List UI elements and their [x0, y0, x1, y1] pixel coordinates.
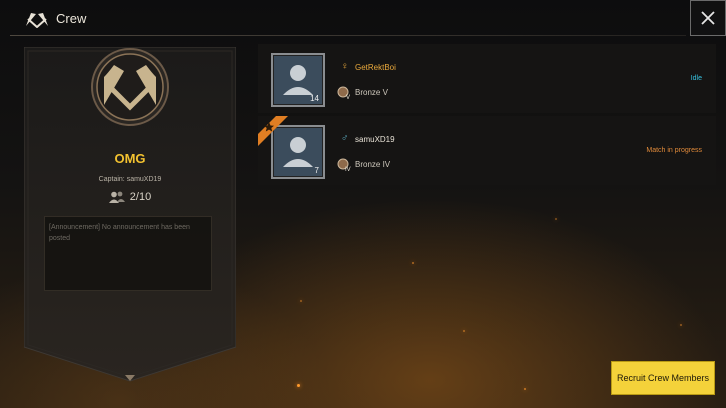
ember-particle	[680, 324, 682, 326]
player-level: 7	[314, 166, 319, 175]
player-level: 14	[310, 94, 319, 103]
rank-badge-text: V	[346, 95, 350, 100]
member-name: samuXD19	[355, 135, 395, 144]
crew-member-row[interactable]: 7 ♂ samuXD19 IV Bronze IV Match in progr…	[258, 116, 716, 185]
crew-name: OMG	[114, 151, 146, 166]
members-icon	[108, 191, 125, 203]
member-count-text: 2/10	[129, 191, 152, 203]
member-status: Idle	[690, 75, 702, 82]
recruit-crew-members-button[interactable]: Recruit Crew Members	[611, 361, 715, 395]
male-icon: ♂	[341, 133, 349, 144]
crew-member-count: 2/10	[24, 191, 236, 203]
member-rank: Bronze V	[355, 88, 388, 97]
ember-particle	[300, 300, 302, 302]
member-rank: Bronze IV	[355, 160, 391, 169]
crossed-flags-emblem-icon	[91, 48, 169, 126]
ember-particle	[463, 330, 465, 332]
ember-particle	[524, 388, 526, 390]
crew-captain: Captain: samuXD19	[98, 176, 162, 183]
crew-info-banner: OMG Captain: samuXD19 2/10 [Announcement…	[24, 47, 236, 387]
header-divider	[10, 35, 686, 36]
close-button[interactable]	[690, 0, 726, 36]
close-icon	[701, 11, 715, 25]
member-name: GetRektBoi	[355, 63, 396, 72]
crossed-flags-icon	[26, 13, 48, 28]
ember-particle	[297, 384, 300, 387]
bronze-rank-icon: IV	[337, 158, 351, 172]
captain-star-icon	[258, 116, 288, 146]
window-title: Crew	[56, 11, 87, 26]
member-status: Match in progress	[646, 147, 702, 154]
female-icon: ♀	[341, 61, 349, 72]
crew-member-row[interactable]: 14 ♀ GetRektBoi V Bronze V Idle	[258, 44, 716, 113]
banner-tip-ornament	[125, 375, 135, 381]
ember-particle	[555, 218, 557, 220]
bronze-rank-icon: V	[337, 86, 350, 100]
ember-particle	[412, 262, 414, 264]
announcement-box: [Announcement] No announcement has been …	[44, 216, 212, 291]
rank-badge-text: IV	[345, 167, 351, 172]
avatar[interactable]: 14	[271, 53, 325, 107]
header-bar: Crew	[0, 0, 726, 38]
